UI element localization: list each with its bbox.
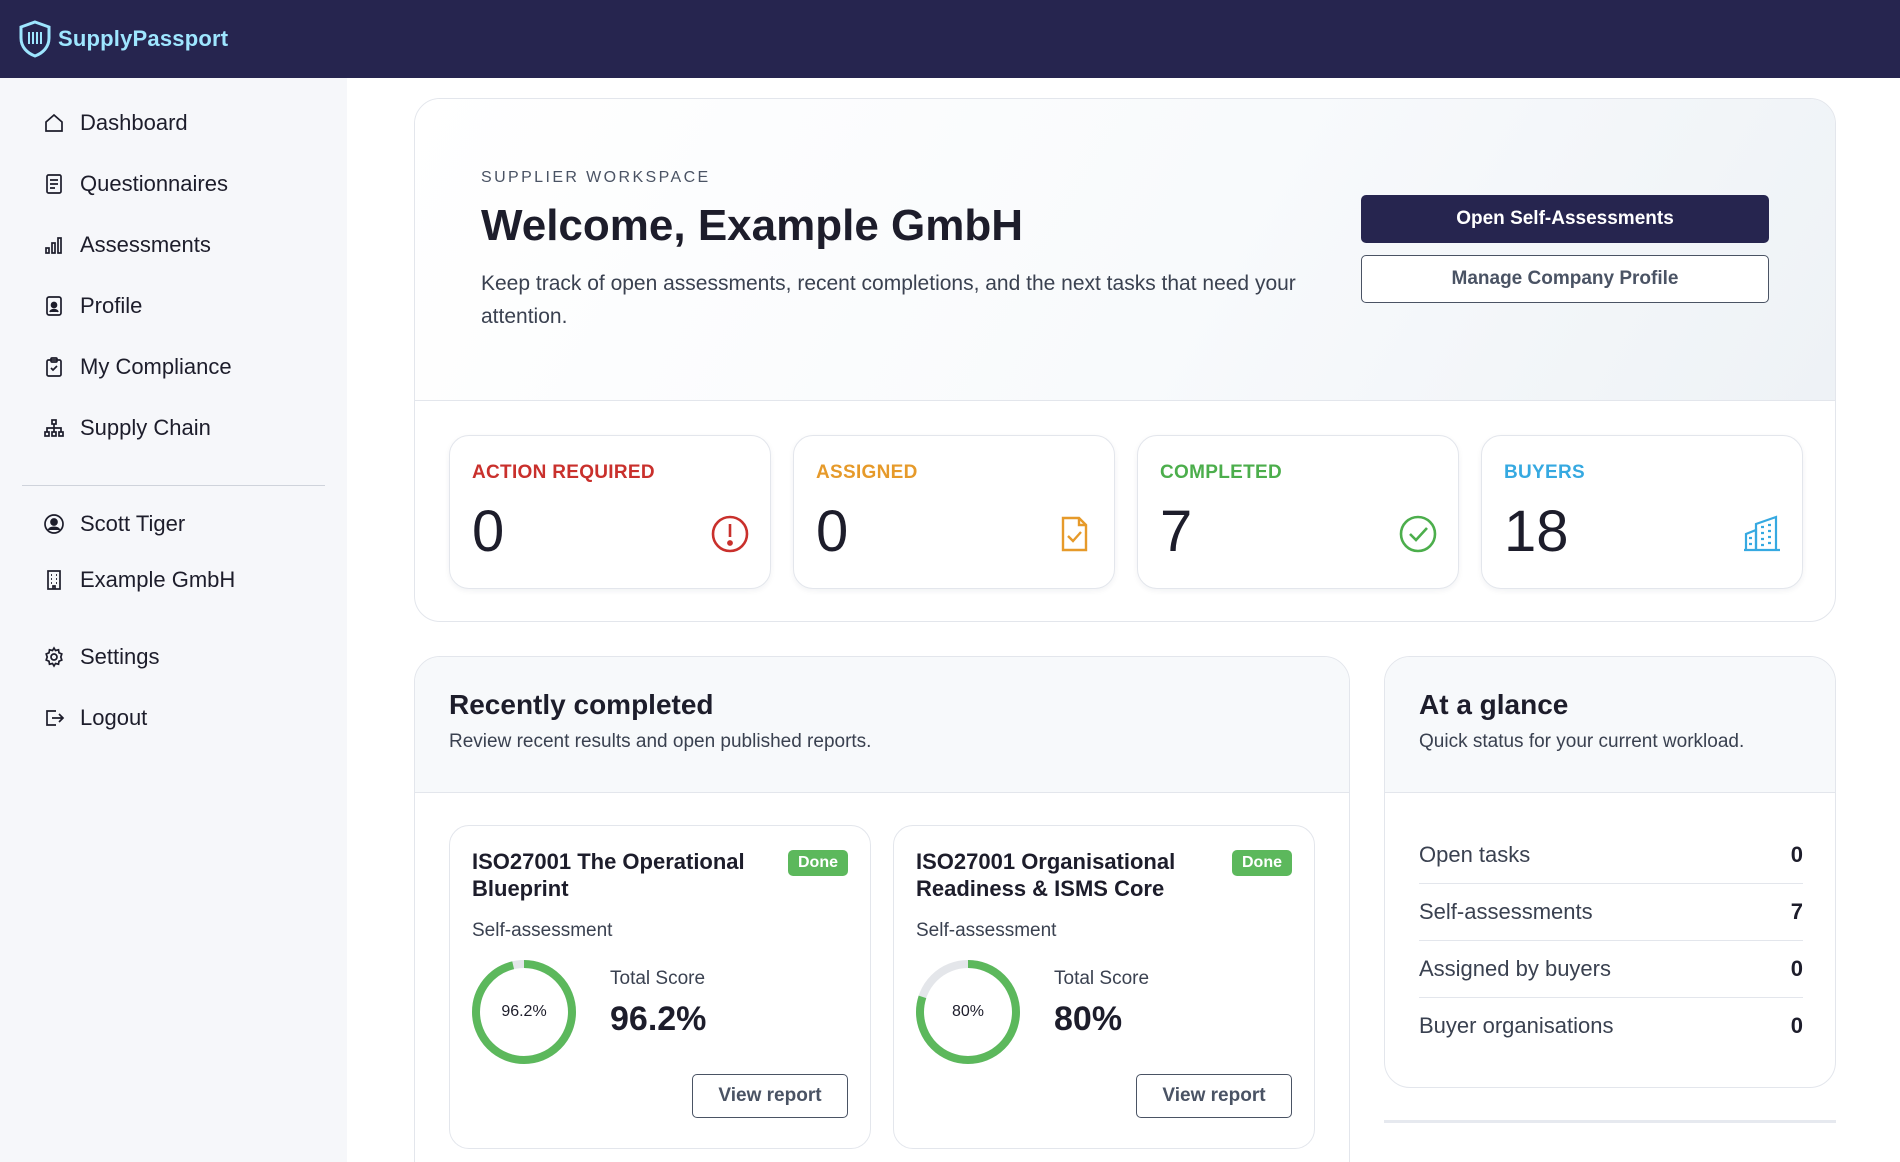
sidebar-item-logout[interactable]: Logout — [42, 705, 147, 731]
buildings-icon — [1744, 515, 1780, 552]
user-name: Scott Tiger — [80, 511, 186, 536]
check-circle-icon — [1399, 515, 1437, 553]
stat-card-completed[interactable]: COMPLETED 7 — [1137, 435, 1459, 589]
hero-eyebrow: SUPPLIER WORKSPACE — [481, 169, 711, 186]
glance-label: Open tasks — [1419, 842, 1531, 867]
glance-row-self-assessments: Self-assessments 7 — [1419, 884, 1803, 940]
stat-value: 7 — [1160, 499, 1193, 564]
logout-icon — [46, 710, 65, 726]
sidebar-item-label: Assessments — [80, 232, 211, 257]
section-divider — [1384, 1120, 1836, 1123]
building-icon — [47, 570, 61, 590]
stat-label: ASSIGNED — [816, 462, 918, 483]
sidebar-item-label: Logout — [80, 705, 148, 730]
assessment-type: Self-assessment — [472, 920, 613, 941]
at-a-glance-panel: At a glance Quick status for your curren… — [1384, 656, 1836, 1088]
app-name: SupplyPassport — [58, 26, 229, 51]
view-report-button[interactable]: View report — [1136, 1074, 1292, 1118]
assessment-card: ISO27001 Organisational Readiness & ISMS… — [893, 825, 1315, 1149]
sidebar-company[interactable]: Example GmbH — [42, 567, 235, 593]
assessment-card: ISO27001 The Operational Blueprint Done … — [449, 825, 871, 1149]
stat-value: 18 — [1504, 499, 1569, 564]
glance-value: 0 — [1790, 956, 1803, 981]
hero-description: Keep track of open assessments, recent c… — [481, 272, 1296, 328]
home-icon — [45, 113, 63, 132]
assessment-type: Self-assessment — [916, 920, 1057, 941]
glance-row-open-tasks: Open tasks 0 — [1419, 827, 1803, 883]
score-value: 80% — [1054, 1000, 1123, 1038]
glance-label: Buyer organisations — [1419, 1013, 1614, 1038]
sidebar-item-label: Profile — [80, 293, 143, 318]
assessment-title: ISO27001 Organisational Readiness & ISMS… — [916, 849, 1176, 901]
panel-header: Recently completed Review recent results… — [415, 657, 1349, 793]
recently-completed-panel: Recently completed Review recent results… — [414, 656, 1350, 1162]
sidebar-item-label: Dashboard — [80, 110, 188, 135]
brand-logo[interactable]: SupplyPassport — [18, 20, 228, 58]
score-label: Total Score — [1054, 968, 1150, 989]
status-badge: Done — [788, 850, 848, 876]
company-name: Example GmbH — [80, 567, 236, 592]
stat-value: 0 — [472, 499, 505, 564]
panel-subtitle: Review recent results and open published… — [449, 731, 872, 752]
glance-value: 0 — [1790, 1013, 1803, 1038]
stat-label: COMPLETED — [1160, 462, 1282, 483]
page-title: Welcome, Example GmbH — [481, 201, 1024, 250]
sidebar-item-dashboard[interactable]: Dashboard — [42, 110, 188, 136]
glance-row-assigned-by-buyers: Assigned by buyers 0 — [1419, 941, 1803, 997]
status-badge: Done — [1232, 850, 1292, 876]
assessment-title: ISO27001 The Operational Blueprint — [472, 849, 745, 901]
file-check-icon — [1061, 516, 1088, 552]
panel-header: At a glance Quick status for your curren… — [1385, 657, 1835, 793]
view-report-button[interactable]: View report — [692, 1074, 848, 1118]
stat-card-buyers[interactable]: BUYERS 18 — [1481, 435, 1803, 589]
sidebar-divider — [22, 485, 325, 486]
score-ring-label: 96.2% — [501, 1003, 547, 1020]
manage-company-profile-button[interactable]: Manage Company Profile — [1361, 255, 1769, 303]
sidebar-user[interactable]: Scott Tiger — [42, 511, 185, 537]
stat-label: BUYERS — [1504, 462, 1585, 483]
alert-circle-icon — [711, 515, 749, 553]
gear-icon — [45, 646, 63, 668]
network-icon — [44, 419, 64, 437]
sidebar-item-my-compliance[interactable]: My Compliance — [42, 354, 232, 380]
stat-card-assigned[interactable]: ASSIGNED 0 — [793, 435, 1115, 589]
sidebar-item-profile[interactable]: Profile — [42, 293, 142, 319]
document-icon — [46, 174, 62, 194]
sidebar-item-questionnaires[interactable]: Questionnaires — [42, 171, 228, 197]
stat-value: 0 — [816, 499, 849, 564]
glance-value: 0 — [1790, 842, 1803, 867]
panel-subtitle: Quick status for your current workload. — [1419, 731, 1745, 752]
top-bar: SupplyPassport — [0, 0, 1900, 78]
open-self-assessments-button[interactable]: Open Self-Assessments — [1361, 195, 1769, 243]
score-value: 96.2% — [610, 1000, 707, 1038]
hero-header: SUPPLIER WORKSPACE Welcome, Example GmbH… — [415, 99, 1835, 401]
sidebar-item-settings[interactable]: Settings — [42, 644, 160, 670]
panel-title: At a glance — [1419, 689, 1569, 720]
glance-row-buyer-organisations: Buyer organisations 0 — [1419, 998, 1803, 1054]
stat-card-action-required[interactable]: ACTION REQUIRED 0 — [449, 435, 771, 589]
user-circle-icon — [44, 514, 64, 534]
glance-label: Assigned by buyers — [1419, 956, 1611, 981]
id-badge-icon — [46, 296, 62, 316]
bar-chart-icon — [45, 237, 62, 254]
glance-value: 7 — [1790, 899, 1803, 924]
sidebar-item-label: Supply Chain — [80, 415, 211, 440]
score-ring-label: 80% — [951, 1003, 985, 1020]
stat-label: ACTION REQUIRED — [472, 462, 655, 483]
sidebar-item-label: Settings — [80, 644, 160, 669]
sidebar-item-assessments[interactable]: Assessments — [42, 232, 211, 258]
panel-title: Recently completed — [449, 689, 714, 720]
clipboard-check-icon — [46, 357, 62, 377]
sidebar-item-supply-chain[interactable]: Supply Chain — [42, 415, 211, 441]
welcome-hero: SUPPLIER WORKSPACE Welcome, Example GmbH… — [414, 98, 1836, 622]
shield-logo-icon — [19, 20, 51, 58]
sidebar-item-label: Questionnaires — [80, 171, 228, 196]
sidebar-item-label: My Compliance — [80, 354, 232, 379]
score-label: Total Score — [610, 968, 706, 989]
glance-label: Self-assessments — [1419, 899, 1593, 924]
